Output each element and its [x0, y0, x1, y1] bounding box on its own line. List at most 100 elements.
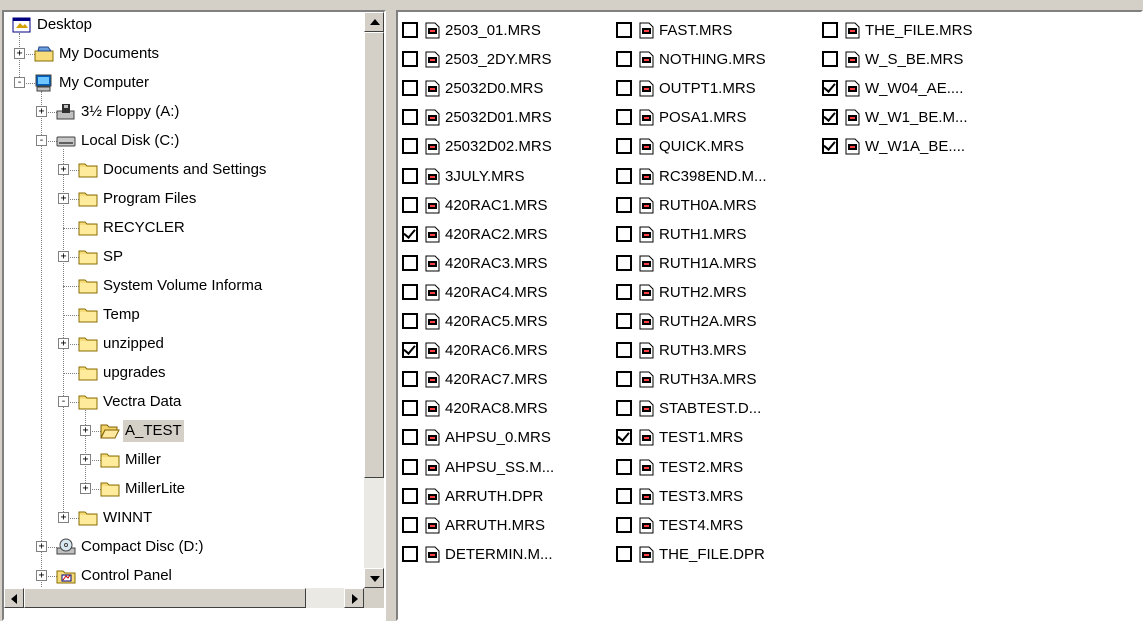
tree-item-floppy[interactable]: +3½ Floppy (A:) [4, 100, 364, 124]
file-item[interactable]: RUTH1.MRS [614, 222, 819, 248]
tree-vertical-scrollbar[interactable] [364, 12, 384, 588]
file-checkbox[interactable] [402, 225, 418, 242]
file-checkbox[interactable] [616, 51, 632, 68]
file-checkbox[interactable] [402, 22, 418, 38]
tree-item-temp[interactable]: Temp [4, 303, 364, 327]
file-checkbox[interactable] [402, 254, 418, 271]
file-item[interactable]: AHPSU_0.MRS [400, 425, 605, 451]
file-item[interactable]: 420RAC3.MRS [400, 251, 605, 277]
collapse-toggle-icon[interactable]: - [14, 77, 25, 88]
expand-toggle-icon[interactable]: + [36, 570, 47, 581]
file-checkbox[interactable] [616, 400, 632, 417]
file-checkbox[interactable] [616, 429, 632, 446]
file-checkbox[interactable] [402, 400, 418, 417]
file-checkbox[interactable] [616, 138, 632, 155]
expand-toggle-icon[interactable]: + [36, 541, 47, 552]
file-checkbox[interactable] [402, 51, 418, 68]
file-checkbox[interactable] [616, 254, 632, 271]
file-checkbox[interactable] [402, 516, 418, 533]
file-checkbox[interactable] [616, 196, 632, 213]
file-item[interactable]: 420RAC7.MRS [400, 367, 605, 393]
folder-tree-pane[interactable]: Desktop + My Documents - My Computer +3½ Flop… [2, 10, 386, 621]
file-item[interactable]: TEST1.MRS [614, 425, 819, 451]
folder-tree[interactable]: Desktop + My Documents - My Computer +3½ Flop… [4, 12, 364, 588]
tree-item-desktop[interactable]: Desktop [4, 13, 364, 37]
file-item[interactable]: TEST3.MRS [614, 484, 819, 510]
tree-item-documents-and-settings[interactable]: + Documents and Settings [4, 158, 364, 182]
tree-horizontal-scrollbar[interactable] [4, 588, 364, 608]
file-checkbox[interactable] [616, 225, 632, 242]
file-item[interactable]: 3JULY.MRS [400, 164, 605, 190]
file-checkbox[interactable] [616, 22, 632, 38]
file-item[interactable]: W_W1_BE.M... [820, 105, 1025, 131]
file-item[interactable]: ARRUTH.DPR [400, 484, 605, 510]
file-item[interactable]: NOTHING.MRS [614, 47, 819, 73]
file-item[interactable]: RUTH2.MRS [614, 280, 819, 306]
collapse-toggle-icon[interactable]: - [36, 135, 47, 146]
tree-item-my-computer[interactable]: - My Computer [4, 71, 364, 95]
tree-item-sp[interactable]: + SP [4, 245, 364, 269]
file-item[interactable]: 420RAC6.MRS [400, 338, 605, 364]
file-checkbox[interactable] [402, 167, 418, 184]
tree-item-millerlite[interactable]: + MillerLite [4, 477, 364, 501]
file-checkbox[interactable] [822, 80, 838, 97]
file-item[interactable]: QUICK.MRS [614, 134, 819, 160]
file-checkbox[interactable] [402, 342, 418, 359]
file-item[interactable]: OUTPT1.MRS [614, 76, 819, 102]
scroll-left-button[interactable] [4, 588, 24, 608]
file-item[interactable]: 420RAC8.MRS [400, 396, 605, 422]
file-item[interactable]: RUTH1A.MRS [614, 251, 819, 277]
file-item[interactable]: 2503_2DY.MRS [400, 47, 605, 73]
expand-toggle-icon[interactable]: + [58, 251, 69, 262]
scroll-up-button[interactable] [364, 12, 384, 32]
file-item[interactable]: RUTH3A.MRS [614, 367, 819, 393]
expand-toggle-icon[interactable]: + [58, 338, 69, 349]
file-item[interactable]: FAST.MRS [614, 18, 819, 44]
file-checkbox[interactable] [616, 167, 632, 184]
file-checkbox[interactable] [616, 342, 632, 359]
file-item[interactable]: TEST4.MRS [614, 513, 819, 539]
file-item[interactable]: 25032D02.MRS [400, 134, 605, 160]
tree-item-a-test[interactable]: + A_TEST [4, 419, 364, 443]
file-list-pane[interactable]: 2503_01.MRS 2503_2DY.MRS 25032D0.MRS 25032D… [396, 10, 1143, 621]
file-item[interactable]: THE_FILE.MRS [820, 18, 1025, 44]
tree-item-winnt[interactable]: + WINNT [4, 506, 364, 530]
expand-toggle-icon[interactable]: + [58, 164, 69, 175]
tree-item-my-documents[interactable]: + My Documents [4, 42, 364, 66]
file-list[interactable]: 2503_01.MRS 2503_2DY.MRS 25032D0.MRS 25032D… [398, 12, 1141, 619]
file-checkbox[interactable] [616, 283, 632, 300]
file-checkbox[interactable] [616, 458, 632, 475]
file-checkbox[interactable] [402, 109, 418, 126]
file-checkbox[interactable] [822, 22, 838, 38]
file-item[interactable]: 420RAC4.MRS [400, 280, 605, 306]
file-item[interactable]: STABTEST.D... [614, 396, 819, 422]
file-checkbox[interactable] [402, 545, 418, 562]
file-item[interactable]: 420RAC2.MRS [400, 222, 605, 248]
file-checkbox[interactable] [402, 196, 418, 213]
tree-item-compact-disc[interactable]: + Compact Disc (D:) [4, 535, 364, 559]
file-item[interactable]: DETERMIN.M... [400, 542, 605, 568]
file-item[interactable]: POSA1.MRS [614, 105, 819, 131]
file-checkbox[interactable] [402, 283, 418, 300]
tree-item-control-panel[interactable]: + Control Panel [4, 564, 364, 588]
file-item[interactable]: AHPSU_SS.M... [400, 455, 605, 481]
file-item[interactable]: ARRUTH.MRS [400, 513, 605, 539]
file-item[interactable]: 25032D01.MRS [400, 105, 605, 131]
file-checkbox[interactable] [616, 487, 632, 504]
file-checkbox[interactable] [402, 429, 418, 446]
file-item[interactable]: THE_FILE.DPR [614, 542, 819, 568]
scroll-down-button[interactable] [364, 568, 384, 588]
file-checkbox[interactable] [402, 487, 418, 504]
tree-item-unzipped[interactable]: + unzipped [4, 332, 364, 356]
file-item[interactable]: 25032D0.MRS [400, 76, 605, 102]
file-item[interactable]: 420RAC5.MRS [400, 309, 605, 335]
collapse-toggle-icon[interactable]: - [58, 396, 69, 407]
file-checkbox[interactable] [402, 80, 418, 97]
scroll-right-button[interactable] [344, 588, 364, 608]
file-item[interactable]: W_W1A_BE.... [820, 134, 1025, 160]
tree-item-vectra-data[interactable]: - Vectra Data [4, 390, 364, 414]
file-item[interactable]: W_W04_AE.... [820, 76, 1025, 102]
file-item[interactable]: 2503_01.MRS [400, 18, 605, 44]
file-checkbox[interactable] [616, 516, 632, 533]
tree-item-upgrades[interactable]: upgrades [4, 361, 364, 385]
